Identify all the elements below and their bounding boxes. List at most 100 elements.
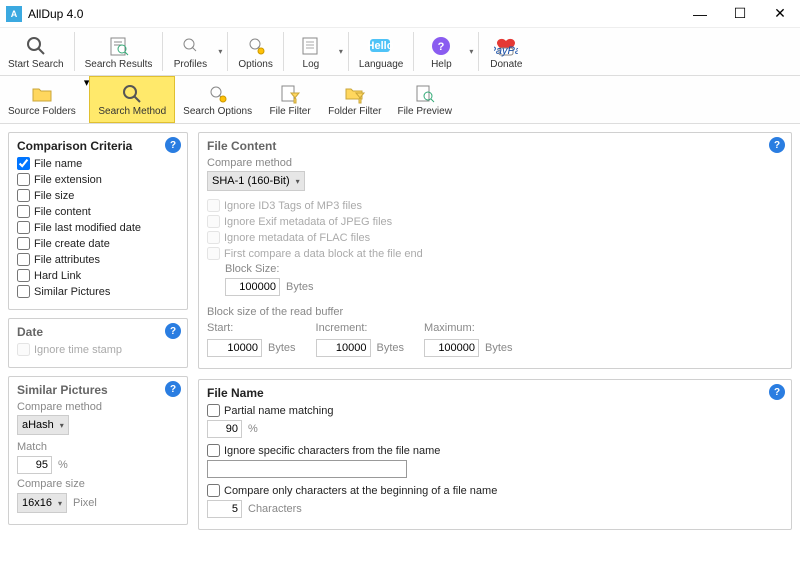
- help-icon[interactable]: ?: [769, 137, 785, 153]
- block-size-group: Block Size: Bytes: [225, 263, 783, 296]
- first-compare-block: First compare a data block at the file e…: [207, 247, 783, 260]
- unit-label: Bytes: [377, 342, 405, 354]
- profiles-icon: [177, 34, 203, 58]
- criteria-file-create[interactable]: File create date: [17, 237, 179, 250]
- maximum-input[interactable]: [424, 339, 479, 357]
- tab-search-method[interactable]: Search Method: [89, 76, 175, 123]
- partial-percent-input[interactable]: [207, 420, 242, 438]
- help-icon[interactable]: ?: [165, 381, 181, 397]
- chevron-down-icon[interactable]: ▾: [336, 28, 346, 75]
- chevron-down-icon: ▾: [296, 177, 300, 186]
- match-input[interactable]: [17, 456, 52, 474]
- panel-title: Comparison Criteria: [17, 139, 179, 153]
- close-button[interactable]: ✕: [760, 0, 800, 28]
- separator: [227, 32, 228, 71]
- help-icon[interactable]: ?: [769, 384, 785, 400]
- ignore-chars-input[interactable]: [207, 460, 407, 478]
- criteria-file-extension[interactable]: File extension: [17, 173, 179, 186]
- chevron-down-icon: ▾: [58, 499, 62, 508]
- panel-file-content: File Content ? Compare method SHA-1 (160…: [198, 132, 792, 369]
- ignore-specific-chars[interactable]: Ignore specific characters from the file…: [207, 444, 783, 457]
- increment-input[interactable]: [316, 339, 371, 357]
- buffer-label: Block size of the read buffer: [207, 306, 783, 318]
- profiles-label: Profiles: [174, 59, 207, 70]
- tabbar: Source Folders ▾ Search Method Search Op…: [0, 76, 800, 124]
- buffer-maximum: Maximum: Bytes: [424, 322, 513, 360]
- compare-method-select[interactable]: SHA-1 (160-Bit)▾: [207, 171, 305, 191]
- language-button[interactable]: Hello Language: [351, 28, 412, 75]
- tab-label: Folder Filter: [328, 106, 381, 117]
- content: Comparison Criteria ? File name File ext…: [0, 124, 800, 538]
- compare-method-label: Compare method: [207, 157, 783, 169]
- partial-name-matching[interactable]: Partial name matching: [207, 404, 783, 417]
- block-size-input[interactable]: [225, 278, 280, 296]
- tab-file-filter[interactable]: File Filter: [260, 76, 320, 123]
- begin-chars-input[interactable]: [207, 500, 242, 518]
- criteria-file-size[interactable]: File size: [17, 189, 179, 202]
- criteria-file-modified[interactable]: File last modified date: [17, 221, 179, 234]
- chevron-down-icon[interactable]: ▾: [466, 28, 476, 75]
- unit-label: Pixel: [73, 497, 97, 509]
- profiles-button[interactable]: Profiles: [165, 28, 215, 75]
- right-column: File Content ? Compare method SHA-1 (160…: [198, 132, 792, 530]
- chevron-down-icon[interactable]: ▾: [215, 28, 225, 75]
- log-label: Log: [303, 59, 320, 70]
- panel-title: Date: [17, 325, 179, 339]
- options-icon: [243, 34, 269, 58]
- unit-label: %: [248, 423, 258, 435]
- options-label: Options: [238, 59, 272, 70]
- criteria-file-attributes[interactable]: File attributes: [17, 253, 179, 266]
- help-label: Help: [431, 59, 452, 70]
- tab-label: File Preview: [397, 106, 451, 117]
- ignore-exif: Ignore Exif metadata of JPEG files: [207, 215, 783, 228]
- app-icon: A: [6, 6, 22, 22]
- options-button[interactable]: Options: [230, 28, 280, 75]
- help-icon[interactable]: ?: [165, 323, 181, 339]
- compare-method-label: Compare method: [17, 401, 179, 413]
- criteria-hard-link[interactable]: Hard Link: [17, 269, 179, 282]
- separator: [478, 32, 479, 71]
- buffer-row: Start: Bytes Increment: Bytes Maximum: B…: [207, 322, 783, 360]
- unit-label: Bytes: [485, 342, 513, 354]
- minimize-button[interactable]: —: [680, 0, 720, 28]
- svg-text:?: ?: [438, 41, 445, 53]
- criteria-file-content[interactable]: File content: [17, 205, 179, 218]
- search-results-button[interactable]: Search Results: [77, 28, 161, 75]
- unit-label: Characters: [248, 503, 302, 515]
- buffer-increment: Increment: Bytes: [316, 322, 405, 360]
- file-preview-icon: [412, 82, 438, 106]
- criteria-similar-pictures[interactable]: Similar Pictures: [17, 285, 179, 298]
- tab-label: Source Folders: [8, 106, 76, 117]
- titlebar: A AllDup 4.0 — ☐ ✕: [0, 0, 800, 28]
- criteria-file-name[interactable]: File name: [17, 157, 179, 170]
- maximize-button[interactable]: ☐: [720, 0, 760, 28]
- match-label: Match: [17, 441, 179, 453]
- help-button[interactable]: ? Help: [416, 28, 466, 75]
- panel-comparison-criteria: Comparison Criteria ? File name File ext…: [8, 132, 188, 310]
- tab-search-options[interactable]: Search Options: [175, 76, 260, 123]
- panel-file-name: File Name ? Partial name matching % Igno…: [198, 379, 792, 530]
- compare-size-row: 16x16▾ Pixel: [17, 493, 179, 513]
- log-button[interactable]: Log: [286, 28, 336, 75]
- ignore-time-stamp: Ignore time stamp: [17, 343, 179, 356]
- compare-beginning[interactable]: Compare only characters at the beginning…: [207, 484, 783, 497]
- window-controls: — ☐ ✕: [680, 0, 800, 28]
- compare-method-select[interactable]: aHash▾: [17, 415, 69, 435]
- compare-size-select[interactable]: 16x16▾: [17, 493, 67, 513]
- start-search-label: Start Search: [8, 59, 64, 70]
- donate-button[interactable]: PayPal Donate: [481, 28, 531, 75]
- start-search-button[interactable]: Start Search: [0, 28, 72, 75]
- help-icon[interactable]: ?: [165, 137, 181, 153]
- ignore-flac: Ignore metadata of FLAC files: [207, 231, 783, 244]
- separator: [162, 32, 163, 71]
- tab-file-preview[interactable]: File Preview: [389, 76, 459, 123]
- unit-label: %: [58, 459, 68, 471]
- separator: [283, 32, 284, 71]
- tab-source-folders[interactable]: Source Folders: [0, 76, 84, 123]
- separator: [348, 32, 349, 71]
- tab-folder-filter[interactable]: Folder Filter: [320, 76, 389, 123]
- start-input[interactable]: [207, 339, 262, 357]
- results-icon: [106, 34, 132, 58]
- panel-title: File Name: [207, 386, 783, 400]
- tab-label: Search Method: [98, 106, 166, 117]
